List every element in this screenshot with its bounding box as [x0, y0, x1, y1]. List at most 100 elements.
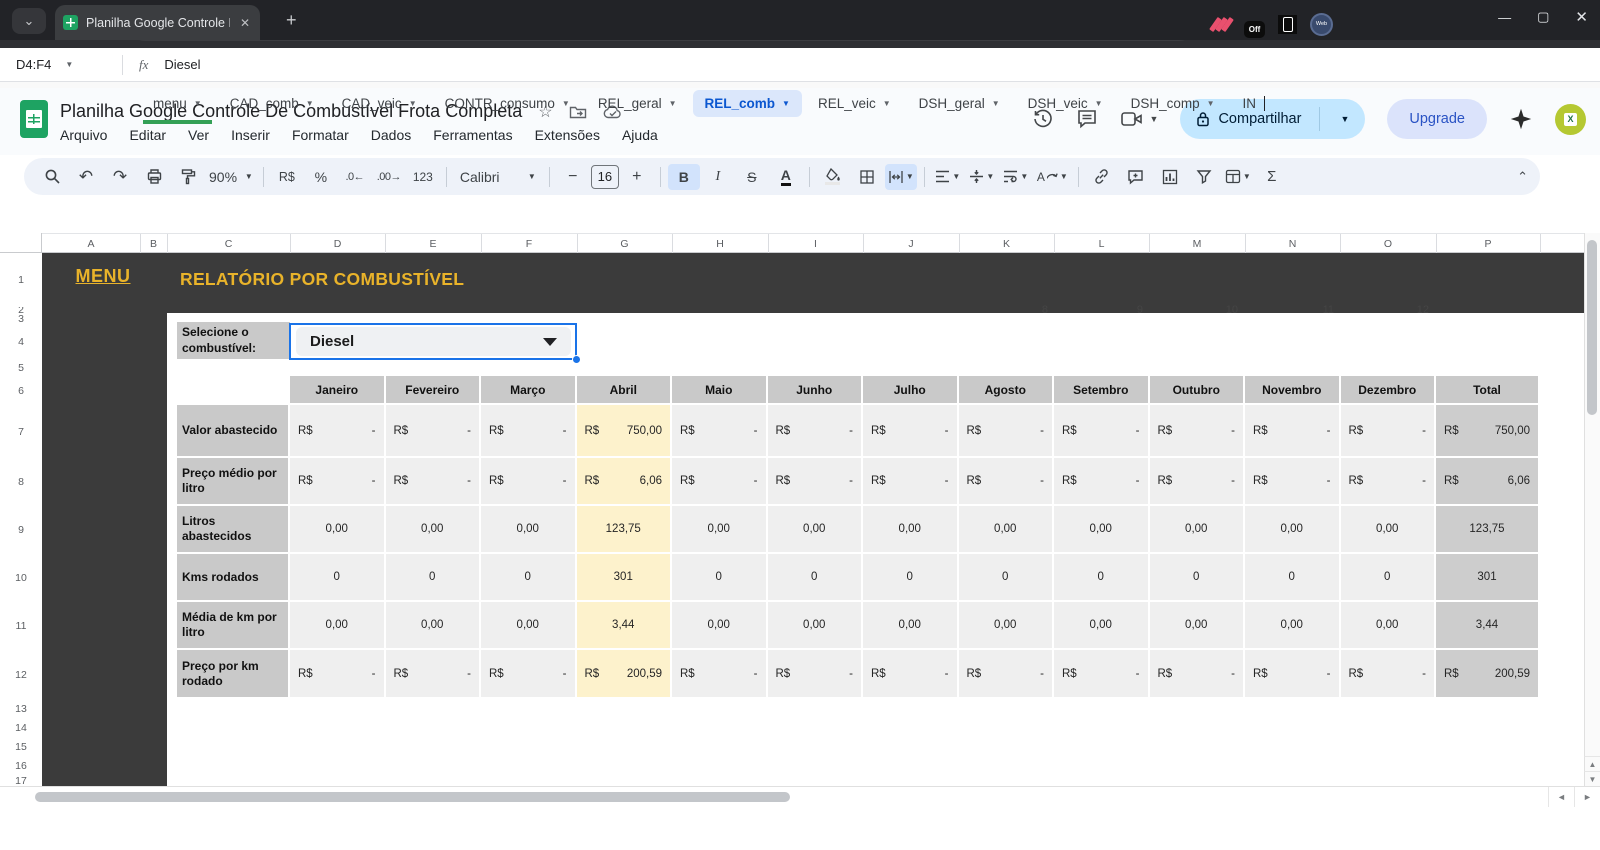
table-cell[interactable]: R$ - — [481, 650, 577, 699]
table-cell[interactable]: 0 — [1054, 554, 1150, 602]
name-box-caret-icon[interactable]: ▼ — [65, 60, 73, 69]
month-header-Março[interactable]: Março — [481, 376, 577, 405]
column-header-D[interactable]: D — [290, 234, 386, 253]
table-cell[interactable]: 0 — [672, 554, 768, 602]
table-cell[interactable]: 0,00 — [1245, 506, 1341, 554]
table-cell[interactable]: 301 — [576, 554, 672, 602]
column-header-E[interactable]: E — [385, 234, 482, 253]
tab-caret-icon[interactable]: ▼ — [883, 99, 891, 108]
month-header-Setembro[interactable]: Setembro — [1054, 376, 1150, 405]
scroll-left-icon[interactable]: ◄ — [1548, 787, 1574, 807]
table-cell[interactable]: 0 — [1245, 554, 1341, 602]
sheet-tab-DSH_geral[interactable]: DSH_geral ▼ — [907, 90, 1012, 117]
table-cell[interactable]: 0,00 — [767, 506, 863, 554]
table-cell[interactable]: R$ 750,00 — [576, 405, 672, 458]
sheet-tab-CAD_veic[interactable]: CAD_veic ▼ — [330, 90, 429, 117]
table-cell[interactable]: R$ - — [290, 458, 386, 506]
table-cell[interactable]: 0,00 — [863, 602, 959, 650]
table-cell[interactable]: R$ - — [1054, 458, 1150, 506]
fuel-selector-label[interactable]: Selecione o combustível: — [177, 322, 290, 359]
table-cell[interactable]: 0,00 — [1054, 506, 1150, 554]
table-cell[interactable]: 0,00 — [767, 602, 863, 650]
month-header-Dezembro[interactable]: Dezembro — [1340, 376, 1436, 405]
row-header-10[interactable]: 10 — [0, 554, 43, 603]
month-header-Fevereiro[interactable]: Fevereiro — [385, 376, 481, 405]
insert-link-button[interactable] — [1086, 164, 1118, 190]
row-header-12[interactable]: 12 — [0, 650, 43, 700]
row-header-15[interactable]: 15 — [0, 737, 43, 757]
sheet-tab-IN[interactable]: IN — [1231, 90, 1278, 117]
strikethrough-button[interactable]: S — [736, 164, 768, 190]
row-header-7[interactable]: 7 — [0, 405, 43, 459]
table-cell[interactable]: 0,00 — [958, 602, 1054, 650]
tab-caret-icon[interactable]: ▼ — [409, 99, 417, 108]
table-cell[interactable]: R$ - — [290, 405, 386, 458]
table-cell[interactable]: 0,00 — [1149, 602, 1245, 650]
table-cell[interactable]: R$ - — [290, 650, 386, 699]
increase-decimal-button[interactable]: .00→ — [373, 164, 405, 190]
column-header-A[interactable]: A — [42, 234, 141, 253]
close-icon[interactable]: ✕ — [1575, 8, 1588, 26]
text-color-button[interactable]: A — [770, 164, 802, 190]
total-cell[interactable]: 123,75 — [1436, 506, 1540, 554]
extension-web-icon[interactable]: Web — [1310, 12, 1333, 36]
row-label[interactable]: Preço por km rodado — [177, 650, 290, 699]
decrease-font-size-button[interactable]: − — [557, 164, 589, 190]
maximize-icon[interactable]: ▢ — [1537, 9, 1549, 25]
total-cell[interactable]: 301 — [1436, 554, 1540, 602]
table-cell[interactable]: R$ - — [958, 650, 1054, 699]
horizontal-scrollbar-thumb[interactable] — [35, 792, 790, 802]
column-header-L[interactable]: L — [1054, 234, 1150, 253]
functions-button[interactable]: Σ — [1256, 164, 1288, 190]
sheet-tab-DSH_veic[interactable]: DSH_veic ▼ — [1016, 90, 1115, 117]
gemini-sparkle-icon[interactable] — [1509, 107, 1533, 131]
sheet-tab-CAD_comb[interactable]: CAD_comb ▼ — [218, 90, 326, 117]
table-cell[interactable]: R$ - — [767, 650, 863, 699]
table-cell[interactable]: 0 — [290, 554, 386, 602]
browser-tab[interactable]: Planilha Google Controle De Co ✕ — [55, 5, 260, 40]
table-cell[interactable]: R$ - — [1149, 650, 1245, 699]
selection-fill-handle[interactable] — [572, 355, 581, 364]
menu-ver[interactable]: Ver — [188, 127, 209, 143]
tab-search-button[interactable]: ⌄ — [12, 8, 46, 34]
table-cell[interactable]: R$ - — [863, 650, 959, 699]
row-label[interactable]: Kms rodados — [177, 554, 290, 602]
table-cell[interactable]: R$ - — [1340, 458, 1436, 506]
table-cell[interactable]: 0,00 — [1340, 602, 1436, 650]
select-all-corner[interactable] — [0, 233, 42, 253]
row-header-8[interactable]: 8 — [0, 458, 43, 507]
table-cell[interactable]: R$ - — [672, 405, 768, 458]
share-caret-icon[interactable]: ▼ — [1328, 114, 1361, 124]
table-cell[interactable]: R$ - — [863, 405, 959, 458]
column-header-I[interactable]: I — [768, 234, 864, 253]
table-cell[interactable]: 0,00 — [385, 506, 481, 554]
month-header-Junho[interactable]: Junho — [767, 376, 863, 405]
menu-ferramentas[interactable]: Ferramentas — [433, 127, 512, 143]
table-cell[interactable]: 0 — [1340, 554, 1436, 602]
menu-dados[interactable]: Dados — [371, 127, 411, 143]
column-header-C[interactable]: C — [167, 234, 291, 253]
sheet-tab-CONTR_consumo[interactable]: CONTR_consumo ▼ — [433, 90, 582, 117]
table-cell[interactable]: R$ - — [1340, 405, 1436, 458]
name-box[interactable]: D4:F4 ▼ — [0, 57, 112, 72]
paint-format-button[interactable] — [172, 164, 204, 190]
table-cell[interactable]: R$ - — [385, 650, 481, 699]
merge-cells-button[interactable]: ▼ — [884, 163, 917, 190]
column-header-P[interactable]: P — [1436, 234, 1541, 253]
menu-extensões[interactable]: Extensões — [535, 127, 600, 143]
horizontal-align-button[interactable]: ▼ — [932, 164, 964, 190]
row-header-9[interactable]: 9 — [0, 506, 43, 555]
search-menus-icon[interactable] — [36, 164, 68, 190]
tab-caret-icon[interactable]: ▼ — [992, 99, 1000, 108]
extension-phone-icon[interactable] — [1278, 14, 1297, 34]
text-rotation-button[interactable]: A ▼ — [1034, 164, 1071, 190]
extension-pink-icon[interactable] — [1209, 15, 1234, 34]
table-cell[interactable]: R$ - — [767, 405, 863, 458]
scroll-down-icon[interactable]: ▼ — [1584, 771, 1600, 786]
table-cell[interactable]: 0 — [767, 554, 863, 602]
table-cell[interactable]: R$ - — [863, 458, 959, 506]
column-header-K[interactable]: K — [959, 234, 1055, 253]
table-cell[interactable]: R$ - — [1340, 650, 1436, 699]
month-header-Janeiro[interactable]: Janeiro — [290, 376, 386, 405]
column-header-N[interactable]: N — [1245, 234, 1341, 253]
